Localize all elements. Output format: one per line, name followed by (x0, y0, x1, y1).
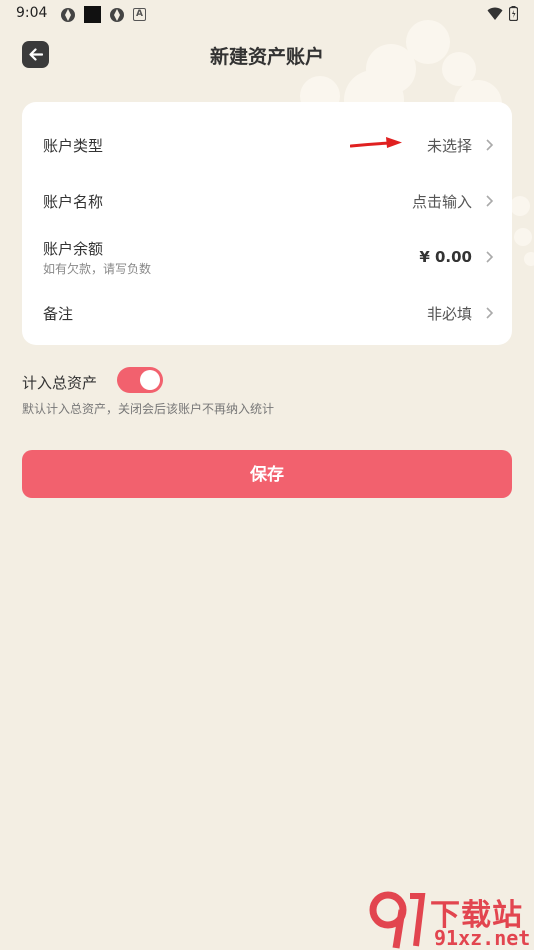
page-title: 新建资产账户 (209, 46, 324, 68)
remark-value: 非必填 (426, 305, 472, 323)
account-balance-row[interactable]: 账户余额 如有欠款，请写负数 ¥ 0.00 (22, 228, 512, 284)
status-time: 9:04 (16, 5, 48, 21)
system-icons (487, 6, 518, 21)
remark-label: 备注 (43, 305, 74, 323)
account-type-value: 未选择 (426, 137, 472, 155)
notification-icons: A (60, 6, 146, 23)
wifi-icon (487, 7, 503, 20)
account-balance-hint: 如有欠款，请写负数 (43, 262, 152, 276)
chevron-right-icon (486, 139, 494, 151)
chevron-right-icon (486, 195, 494, 207)
account-form-card: 账户类型 未选择 账户名称 点击输入 账户余额 如有欠款，请写负数 ¥ 0.00… (22, 102, 512, 345)
battery-icon (509, 6, 518, 21)
account-type-row[interactable]: 账户类型 未选择 (22, 116, 512, 172)
watermark-logo-icon (369, 891, 426, 949)
account-name-value: 点击输入 (411, 193, 472, 211)
account-balance-value: ¥ 0.00 (419, 248, 472, 266)
account-balance-label: 账户余额 (43, 240, 104, 258)
red-pointer-arrow-icon (350, 137, 402, 148)
include-total-toggle[interactable] (117, 367, 163, 393)
include-total-hint: 默认计入总资产，关闭会后该账户不再纳入统计 (22, 402, 275, 416)
remark-row[interactable]: 备注 非必填 (22, 284, 512, 340)
account-name-row[interactable]: 账户名称 点击输入 (22, 172, 512, 228)
watermark-url: 91xz.net (434, 926, 531, 950)
status-bar: 9:04 A (0, 0, 534, 28)
app-notification-icon (61, 7, 75, 22)
save-button[interactable]: 保存 (22, 450, 512, 498)
include-total-label: 计入总资产 (22, 374, 98, 392)
toggle-knob (140, 370, 160, 390)
app-notification-icon (110, 7, 124, 22)
account-type-label: 账户类型 (43, 137, 104, 155)
chevron-right-icon (486, 251, 494, 263)
black-square-icon (84, 6, 101, 23)
account-name-label: 账户名称 (43, 193, 104, 211)
a-letter-icon: A (133, 8, 146, 21)
site-watermark: 下载站 91xz.net (366, 888, 534, 950)
chevron-right-icon (486, 307, 494, 319)
